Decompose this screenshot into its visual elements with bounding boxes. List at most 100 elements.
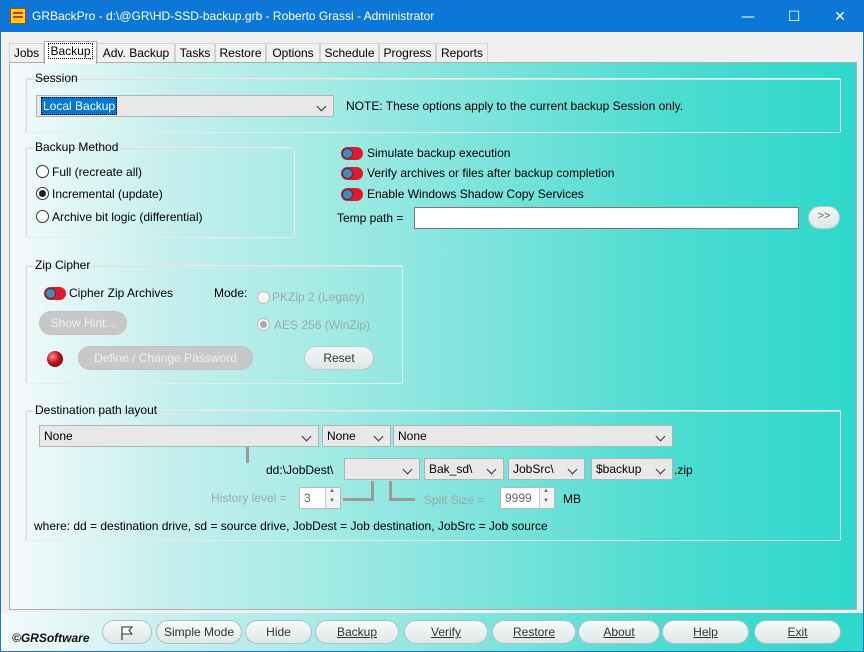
restore-button[interactable]: Restore xyxy=(492,620,576,644)
tab-progress[interactable]: Progress xyxy=(379,43,436,63)
show-hint-button[interactable]: Show Hint... xyxy=(39,311,127,335)
session-select-value: Local Backup xyxy=(41,97,118,115)
aes-radio[interactable] xyxy=(257,318,270,331)
history-level-label: History level = xyxy=(211,491,287,505)
flag-button[interactable] xyxy=(102,620,152,644)
pkzip-label[interactable]: PKZip 2 (Legacy) xyxy=(272,290,365,304)
spinner-arrows-icon[interactable] xyxy=(325,488,340,508)
destination-combo-3[interactable]: None xyxy=(393,425,673,447)
full-radio[interactable] xyxy=(36,165,49,178)
connector-line xyxy=(389,498,415,501)
tab-adv-backup[interactable]: Adv. Backup xyxy=(97,43,175,63)
simulate-label[interactable]: Simulate backup execution xyxy=(367,146,510,160)
mode-label: Mode: xyxy=(214,286,248,300)
tab-schedule[interactable]: Schedule xyxy=(320,43,379,63)
destination-part-4-value: $backup xyxy=(596,462,642,476)
verify-button[interactable]: Verify xyxy=(404,620,488,644)
reset-button[interactable]: Reset xyxy=(304,346,374,370)
temp-path-input[interactable] xyxy=(414,207,799,229)
destination-part-4[interactable]: $backup xyxy=(591,458,673,480)
simulate-toggle[interactable] xyxy=(341,147,363,160)
chevron-down-icon xyxy=(568,462,580,476)
destination-legend-text: where: dd = destination drive, sd = sour… xyxy=(34,519,548,533)
archive-bit-radio[interactable] xyxy=(36,210,49,223)
flag-icon xyxy=(121,626,134,640)
about-button-label: About xyxy=(603,625,635,639)
app-logo-icon xyxy=(10,8,26,24)
destination-part-1[interactable] xyxy=(344,458,420,480)
incremental-radio-label[interactable]: Incremental (update) xyxy=(52,187,163,201)
archive-bit-radio-label[interactable]: Archive bit logic (differential) xyxy=(52,210,203,224)
tab-backup-label: Backup xyxy=(48,43,93,59)
destination-ext: .zip xyxy=(674,463,693,477)
password-status-led-icon xyxy=(47,351,63,367)
session-note: NOTE: These options apply to the current… xyxy=(346,99,684,113)
app-window: GRBackPro - d:\@GR\HD-SSD-backup.grb - R… xyxy=(0,0,864,652)
tab-options[interactable]: Options xyxy=(266,43,320,63)
backup-button[interactable]: Backup xyxy=(315,620,399,644)
chevron-down-icon xyxy=(487,462,499,476)
spinner-arrows-icon[interactable] xyxy=(539,488,554,508)
help-button[interactable]: Help xyxy=(662,620,749,644)
define-password-button[interactable]: Define / Change Password xyxy=(78,346,253,370)
history-level-value: 3 xyxy=(304,491,311,505)
pkzip-radio[interactable] xyxy=(257,291,270,304)
destination-part-3[interactable]: JobSrc\ xyxy=(508,458,585,480)
backup-button-label: Backup xyxy=(336,625,378,639)
destination-legend: Destination path layout xyxy=(35,403,158,417)
history-level-spinner[interactable]: 3 xyxy=(299,487,341,509)
connector-line xyxy=(246,447,249,463)
destination-combo-1[interactable]: None xyxy=(39,425,319,447)
cipher-label[interactable]: Cipher Zip Archives xyxy=(69,286,173,300)
tab-strip: Jobs Backup Adv. Backup Tasks Restore Op… xyxy=(1,32,863,64)
tab-jobs[interactable]: Jobs xyxy=(9,43,44,63)
brand-label: ©GRSoftware xyxy=(12,631,90,645)
minimize-button[interactable]: — xyxy=(725,1,771,32)
exit-button[interactable]: Exit xyxy=(754,620,841,644)
destination-part-3-value: JobSrc\ xyxy=(513,462,554,476)
window-title: GRBackPro - d:\@GR\HD-SSD-backup.grb - R… xyxy=(32,9,435,23)
maximize-button[interactable]: ☐ xyxy=(771,1,817,32)
destination-prefix: dd:\JobDest\ xyxy=(266,463,334,477)
destination-combo-3-value: None xyxy=(398,429,427,443)
split-size-unit: MB xyxy=(563,492,581,506)
about-button[interactable]: About xyxy=(578,620,660,644)
cipher-toggle[interactable] xyxy=(44,287,66,300)
backup-method-legend: Backup Method xyxy=(35,140,119,154)
shadow-copy-toggle[interactable] xyxy=(341,188,363,201)
restore-button-label: Restore xyxy=(512,625,556,639)
full-radio-label[interactable]: Full (recreate all) xyxy=(52,165,142,179)
hide-button[interactable]: Hide xyxy=(245,620,312,644)
tab-backup[interactable]: Backup xyxy=(44,41,97,64)
chevron-down-icon xyxy=(656,429,668,443)
verify-label[interactable]: Verify archives or files after backup co… xyxy=(367,166,614,180)
incremental-radio[interactable] xyxy=(36,187,49,200)
session-legend: Session xyxy=(35,71,78,85)
tab-reports[interactable]: Reports xyxy=(436,43,488,63)
chevron-down-icon xyxy=(317,99,329,113)
shadow-copy-label[interactable]: Enable Windows Shadow Copy Services xyxy=(367,187,584,201)
chevron-down-icon xyxy=(374,429,386,443)
destination-part-2-value: Bak_sd\ xyxy=(429,462,473,476)
split-size-spinner[interactable]: 9999 xyxy=(500,487,555,509)
verify-toggle[interactable] xyxy=(341,167,363,180)
split-size-label: Split Size = xyxy=(424,493,485,507)
destination-combo-2[interactable]: None xyxy=(322,425,391,447)
tab-tasks[interactable]: Tasks xyxy=(175,43,215,63)
zip-cipher-legend: Zip Cipher xyxy=(35,258,91,272)
chevron-down-icon xyxy=(656,462,668,476)
session-select[interactable]: Local Backup xyxy=(36,95,334,117)
destination-combo-2-value: None xyxy=(327,429,356,443)
tab-restore[interactable]: Restore xyxy=(215,43,266,63)
exit-button-label: Exit xyxy=(787,625,808,639)
verify-button-label: Verify xyxy=(430,625,461,639)
temp-path-browse-button[interactable]: >> xyxy=(808,206,840,229)
aes-label[interactable]: AES 256 (WinZip) xyxy=(274,318,370,332)
chevron-down-icon xyxy=(302,429,314,443)
destination-combo-1-value: None xyxy=(44,429,73,443)
help-button-label: Help xyxy=(693,625,718,639)
simple-mode-button[interactable]: Simple Mode xyxy=(156,620,242,644)
close-button[interactable]: ✕ xyxy=(817,1,863,32)
destination-part-2[interactable]: Bak_sd\ xyxy=(424,458,504,480)
temp-path-label: Temp path = xyxy=(337,211,404,225)
